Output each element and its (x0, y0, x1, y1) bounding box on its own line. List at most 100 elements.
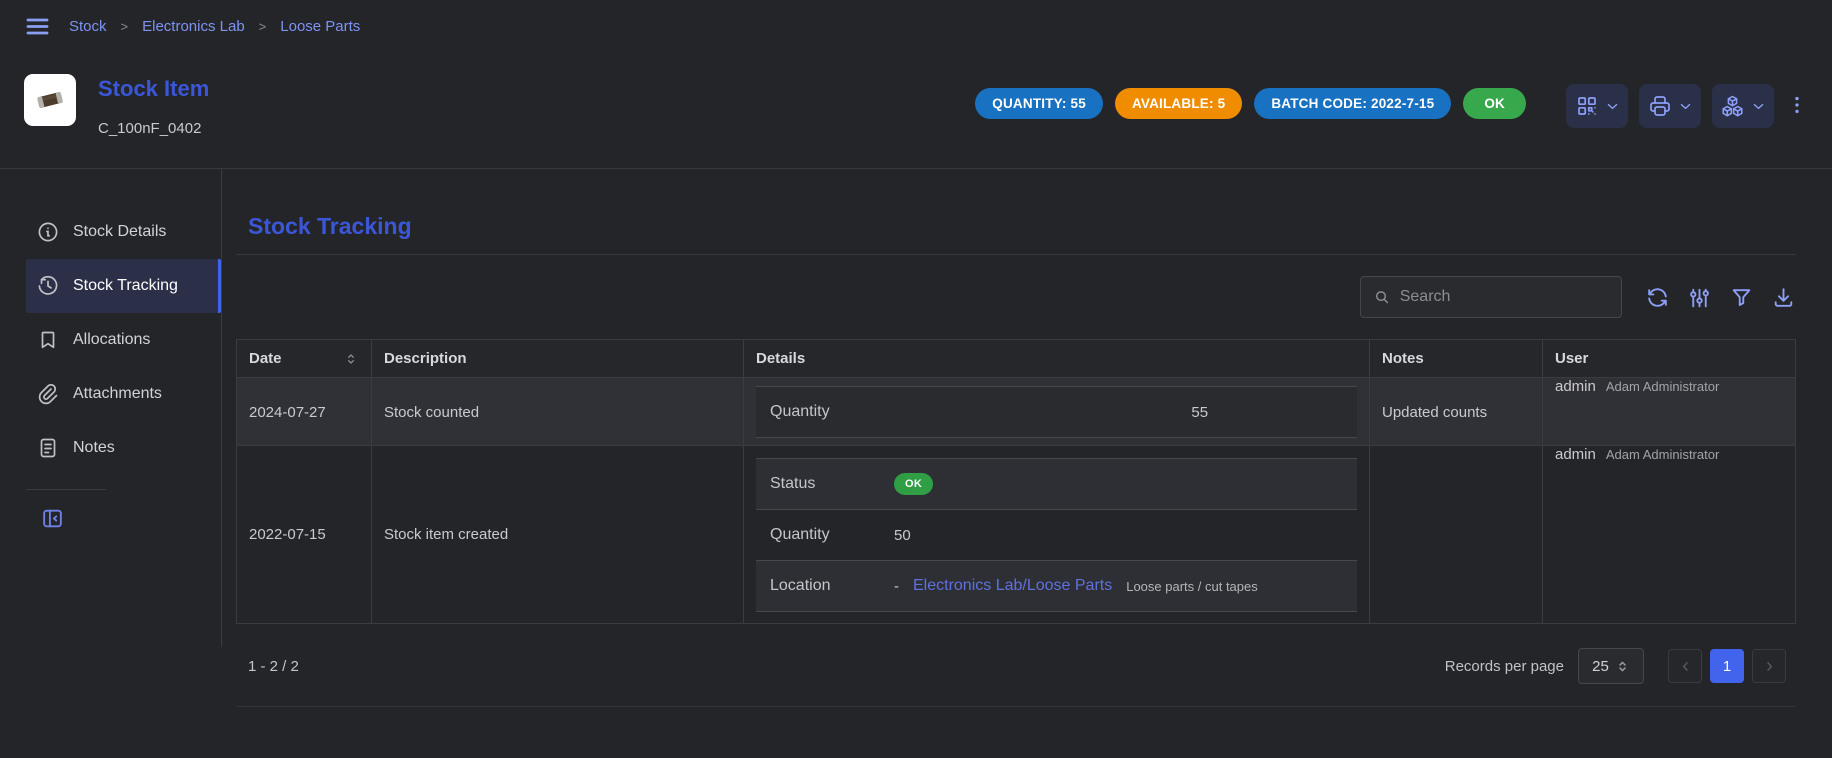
sort-icon[interactable] (343, 351, 359, 367)
page-buttons: 1 (1668, 649, 1786, 683)
sidebar-item-stock-details[interactable]: Stock Details (26, 205, 221, 259)
sidebar: Stock Details Stock Tracking Allocations… (0, 169, 222, 647)
previous-page-button[interactable] (1668, 649, 1702, 683)
column-header-user[interactable]: User (1543, 340, 1795, 377)
info-circle-icon (36, 220, 60, 244)
table-row[interactable]: 2024-07-27 Stock counted Quantity 55 Upd… (237, 378, 1795, 446)
detail-row-location: Location - Electronics Lab/Loose Parts L… (756, 561, 1357, 612)
detail-prefix: - (894, 578, 899, 595)
breadcrumb-stock[interactable]: Stock (69, 18, 107, 35)
page-1-button[interactable]: 1 (1710, 649, 1744, 683)
part-name: C_100nF_0402 (98, 120, 209, 137)
bookmark-icon (36, 328, 60, 352)
quantity-badge: QUANTITY: 55 (975, 88, 1103, 119)
date-cell: 2022-07-15 (237, 446, 372, 623)
column-header-notes[interactable]: Notes (1370, 340, 1543, 377)
description-cell: Stock counted (372, 378, 744, 446)
page-size-value: 25 (1592, 658, 1609, 675)
detail-row-quantity: Quantity 50 (756, 510, 1357, 561)
records-per-page-label: Records per page (1445, 658, 1564, 675)
breadcrumb-separator: > (259, 19, 267, 34)
menu-icon[interactable] (24, 13, 51, 40)
chevron-down-icon (1678, 99, 1693, 114)
dots-vertical-icon (1786, 94, 1808, 116)
user-fullname: Adam Administrator (1606, 447, 1719, 462)
stock-cubes-icon (1720, 94, 1745, 119)
column-header-description[interactable]: Description (372, 340, 744, 377)
sidebar-collapse-icon (40, 506, 65, 531)
detail-row-quantity: Quantity 55 (756, 387, 1357, 438)
stock-actions-button[interactable] (1712, 84, 1774, 128)
barcode-actions-button[interactable] (1566, 84, 1628, 128)
pagination-controls: Records per page 25 1 (1445, 648, 1786, 684)
search-input[interactable] (1400, 288, 1609, 306)
breadcrumb: Stock > Electronics Lab > Loose Parts (69, 18, 360, 35)
capacitor-image (30, 80, 70, 120)
detail-label: Quantity (770, 526, 894, 544)
detail-value: 50 (894, 527, 911, 544)
sidebar-item-label: Stock Tracking (73, 277, 178, 295)
download-icon (1771, 285, 1796, 310)
details-subtable: Status OK Quantity 50 Location - Electro… (756, 458, 1357, 612)
breadcrumb-bar: Stock > Electronics Lab > Loose Parts (0, 0, 1832, 52)
status-ok-badge: OK (1463, 88, 1526, 119)
main-panel: Stock Tracking (222, 169, 1832, 707)
chevron-down-icon (1751, 99, 1766, 114)
status-ok-badge: OK (894, 473, 933, 495)
table-options-button[interactable] (1687, 285, 1712, 310)
detail-label: Location (770, 577, 894, 595)
status-badges: QUANTITY: 55 AVAILABLE: 5 BATCH CODE: 20… (975, 88, 1526, 119)
panel-title: Stock Tracking (248, 213, 1796, 240)
username: admin (1555, 378, 1596, 395)
table-row[interactable]: 2022-07-15 Stock item created Status OK … (237, 446, 1795, 623)
details-subtable: Quantity 55 (756, 386, 1357, 438)
column-header-details[interactable]: Details (744, 340, 1370, 377)
history-icon (36, 274, 60, 298)
refresh-icon (1645, 285, 1670, 310)
filter-icon (1729, 285, 1754, 310)
search-box[interactable] (1360, 276, 1622, 318)
column-header-date[interactable]: Date (237, 340, 372, 377)
date-cell: 2024-07-27 (237, 378, 372, 446)
content-area: Stock Details Stock Tracking Allocations… (0, 169, 1832, 707)
notes-icon (36, 436, 60, 460)
sidebar-item-label: Allocations (73, 331, 150, 349)
sidebar-item-label: Stock Details (73, 223, 166, 241)
breadcrumb-loose-parts[interactable]: Loose Parts (280, 18, 360, 35)
breadcrumb-electronics-lab[interactable]: Electronics Lab (142, 18, 245, 35)
column-label: Details (756, 350, 805, 367)
detail-label: Status (770, 475, 894, 493)
details-cell: Quantity 55 (744, 378, 1370, 446)
title-block: Stock Item C_100nF_0402 (98, 66, 209, 137)
detail-row-status: Status OK (756, 459, 1357, 510)
notes-cell (1370, 446, 1543, 623)
search-icon (1373, 287, 1391, 307)
sidebar-item-allocations[interactable]: Allocations (26, 313, 221, 367)
description-cell: Stock item created (372, 446, 744, 623)
sidebar-item-notes[interactable]: Notes (26, 421, 221, 475)
record-range: 1 - 2 / 2 (248, 658, 299, 675)
table-header-row: Date Description Details Notes User (237, 340, 1795, 378)
part-thumbnail[interactable] (24, 74, 76, 126)
detail-value: 55 (1057, 404, 1344, 421)
refresh-button[interactable] (1645, 285, 1670, 310)
sidebar-divider (26, 489, 106, 490)
sidebar-item-attachments[interactable]: Attachments (26, 367, 221, 421)
printer-icon (1648, 94, 1672, 118)
sidebar-item-stock-tracking[interactable]: Stock Tracking (26, 259, 221, 313)
filter-button[interactable] (1729, 285, 1754, 310)
page-title: Stock Item (98, 76, 209, 102)
sidebar-collapse-button[interactable] (40, 506, 65, 531)
next-page-button[interactable] (1752, 649, 1786, 683)
page-size-select[interactable]: 25 (1578, 648, 1644, 684)
column-label: User (1555, 350, 1588, 367)
location-link[interactable]: Electronics Lab/Loose Parts (913, 577, 1112, 595)
print-actions-button[interactable] (1639, 84, 1701, 128)
details-cell: Status OK Quantity 50 Location - Electro… (744, 446, 1370, 623)
download-button[interactable] (1771, 285, 1796, 310)
pagination-bar: 1 - 2 / 2 Records per page 25 1 (236, 624, 1796, 707)
stock-tracking-table: Date Description Details Notes User 2024… (236, 339, 1796, 624)
chevron-left-icon (1678, 659, 1693, 674)
available-badge: AVAILABLE: 5 (1115, 88, 1242, 119)
more-actions-button[interactable] (1786, 94, 1808, 116)
